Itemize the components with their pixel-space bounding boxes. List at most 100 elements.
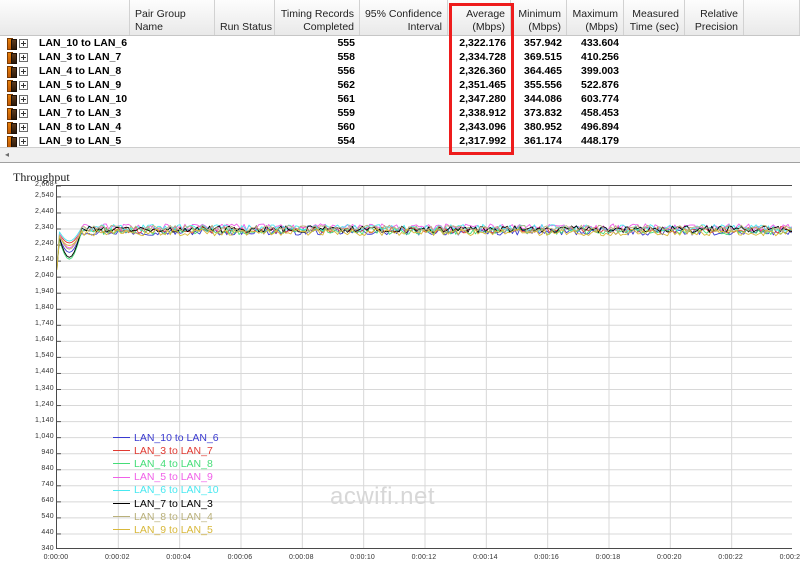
row-icons[interactable] — [0, 108, 34, 118]
table-row[interactable]: LAN_4 to LAN_85562,326.360364.465399.003 — [0, 64, 800, 78]
legend-label: LAN_7 to LAN_3 — [134, 498, 213, 510]
column-header-line2: Precision — [695, 21, 738, 34]
column-header-line1: Run Status — [220, 21, 272, 34]
cell-group: LAN_8 to LAN_4 — [34, 121, 130, 133]
cell-average-mbps: 2,326.360 — [448, 65, 511, 77]
cell-timing-records-completed: 560 — [275, 121, 360, 133]
cell-maximum-mbps: 496.894 — [567, 121, 624, 133]
legend-item[interactable]: LAN_5 to LAN_9 — [113, 471, 219, 484]
scroll-left-arrow-icon[interactable]: ◂ — [2, 150, 12, 160]
cell-minimum-mbps: 373.832 — [511, 107, 567, 119]
cell-group: LAN_9 to LAN_5 — [34, 135, 130, 147]
row-icons[interactable] — [0, 136, 34, 146]
column-header-measured-time-sec[interactable]: MeasuredTime (sec) — [624, 0, 685, 35]
expand-plus-icon[interactable] — [19, 53, 28, 62]
y-tick-label: 2,040 — [10, 272, 54, 279]
y-tick-label: 2,440 — [10, 208, 54, 215]
cell-timing-records-completed: 558 — [275, 51, 360, 63]
column-header-line1: Timing Records — [281, 8, 354, 21]
column-header-line2: (Mbps) — [585, 21, 618, 34]
legend-item[interactable]: LAN_6 to LAN_10 — [113, 484, 219, 497]
column-header-minimum-mbps[interactable]: Minimum(Mbps) — [511, 0, 567, 35]
y-tick-label: 2,140 — [10, 256, 54, 263]
grid-horizontal-scrollbar[interactable]: ◂ — [0, 147, 800, 162]
pair-group-icon — [7, 52, 16, 62]
expand-plus-icon[interactable] — [19, 39, 28, 48]
pair-group-icon — [7, 136, 16, 146]
legend-item[interactable]: LAN_10 to LAN_6 — [113, 431, 219, 444]
cell-maximum-mbps: 522.876 — [567, 79, 624, 91]
results-grid-pane: Pair GroupName Run StatusTiming RecordsCo… — [0, 0, 800, 163]
expand-plus-icon[interactable] — [19, 137, 28, 146]
legend-item[interactable]: LAN_3 to LAN_7 — [113, 444, 219, 457]
y-tick-label: 1,040 — [10, 433, 54, 440]
y-tick-label: 1,840 — [10, 304, 54, 311]
y-tick-label: 1,940 — [10, 288, 54, 295]
column-header-maximum-mbps[interactable]: Maximum(Mbps) — [567, 0, 624, 35]
column-header-timing-records-completed[interactable]: Timing RecordsCompleted — [275, 0, 360, 35]
table-row[interactable]: LAN_8 to LAN_45602,343.096380.952496.894 — [0, 120, 800, 134]
row-icons[interactable] — [0, 80, 34, 90]
table-row[interactable]: LAN_6 to LAN_10 561 2,347.280344.086603.77… — [0, 92, 800, 106]
x-tick-label: 0:00:22 — [718, 554, 743, 561]
column-header-relative-precision[interactable]: RelativePrecision — [685, 0, 744, 35]
legend-item[interactable]: LAN_8 to LAN_4 — [113, 510, 219, 523]
table-row[interactable]: LAN_7 to LAN_35592,338.912373.832458.453 — [0, 106, 800, 120]
throughput-chart-pane: Throughput Mbps 2,6082,5402,4402,3402,24… — [0, 168, 800, 577]
table-row[interactable]: LAN_10 to LAN_65552,322.176357.942433.60… — [0, 36, 800, 50]
cell-group: LAN_6 to LAN_10 — [34, 93, 130, 105]
y-tick-label: 740 — [10, 481, 54, 488]
cell-timing-records-completed: 559 — [275, 107, 360, 119]
column-header-pair-group-name[interactable]: Pair GroupName — [130, 0, 215, 35]
table-row[interactable]: LAN_5 to LAN_95622,351.465355.556522.876 — [0, 78, 800, 92]
cell-average-mbps: 2,347.280 — [448, 93, 511, 105]
legend-item[interactable]: LAN_4 to LAN_8 — [113, 457, 219, 470]
cell-timing-records-completed: 562 — [275, 79, 360, 91]
legend-swatch-icon — [113, 516, 130, 517]
legend-item[interactable]: LAN_7 to LAN_3 — [113, 497, 219, 510]
column-header-run-status[interactable]: Run Status — [215, 0, 275, 35]
cell-timing-records-completed: 561 — [275, 93, 360, 105]
column-header-average-mbps[interactable]: Average(Mbps) — [448, 0, 511, 35]
y-tick-label: 840 — [10, 465, 54, 472]
x-tick-label: 0:00:18 — [596, 554, 621, 561]
cell-minimum-mbps: 361.174 — [511, 135, 567, 147]
cell-minimum-mbps: 344.086 — [511, 93, 567, 105]
table-row[interactable]: LAN_3 to LAN_75582,334.728369.515410.256 — [0, 50, 800, 64]
expand-plus-icon[interactable] — [19, 67, 28, 76]
y-tick-label: 1,440 — [10, 368, 54, 375]
x-tick-label: 0:00:12 — [412, 554, 437, 561]
cell-timing-records-completed: 555 — [275, 37, 360, 49]
chart-legend: LAN_10 to LAN_6LAN_3 to LAN_7LAN_4 to LA… — [113, 431, 219, 537]
table-row[interactable]: LAN_9 to LAN_55542,317.992361.174448.179 — [0, 134, 800, 148]
column-header-95-confidence-interval[interactable]: 95% ConfidenceInterval — [360, 0, 448, 35]
cell-maximum-mbps: 399.003 — [567, 65, 624, 77]
legend-label: LAN_8 to LAN_4 — [134, 511, 213, 523]
legend-swatch-icon — [113, 503, 130, 504]
x-tick-label: 0:00:10 — [350, 554, 375, 561]
expand-plus-icon[interactable] — [19, 109, 28, 118]
cell-average-mbps: 2,351.465 — [448, 79, 511, 91]
row-icons[interactable] — [0, 52, 34, 62]
column-header-line1: Average — [466, 8, 505, 21]
row-icons[interactable] — [0, 122, 34, 132]
row-icons[interactable] — [0, 66, 34, 76]
x-tick-label: 0:00:14 — [473, 554, 498, 561]
expand-plus-icon[interactable] — [19, 123, 28, 132]
cell-minimum-mbps: 364.465 — [511, 65, 567, 77]
column-header-line2: Interval — [408, 21, 442, 34]
expand-plus-icon[interactable] — [19, 81, 28, 90]
x-tick-label: 0:00:06 — [228, 554, 253, 561]
expand-plus-icon[interactable] — [19, 95, 28, 104]
pair-group-icon — [7, 122, 16, 132]
row-icons[interactable] — [0, 38, 34, 48]
y-tick-label: 340 — [10, 545, 54, 552]
column-header-group[interactable] — [0, 0, 130, 35]
cell-maximum-mbps: 603.774 — [567, 93, 624, 105]
legend-item[interactable]: LAN_9 to LAN_5 — [113, 523, 219, 536]
column-header-blank[interactable] — [744, 0, 800, 35]
row-icons[interactable] — [0, 94, 34, 104]
column-header-line2: (Mbps) — [528, 21, 561, 34]
y-tick-label: 1,740 — [10, 320, 54, 327]
legend-label: LAN_3 to LAN_7 — [134, 445, 213, 457]
